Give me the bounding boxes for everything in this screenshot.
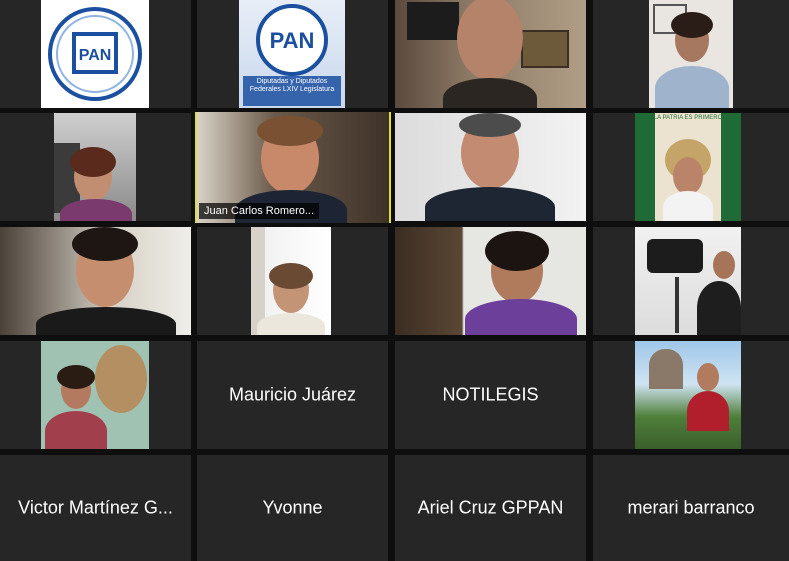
participant-video <box>395 113 586 221</box>
participant-tile[interactable] <box>395 113 586 221</box>
participant-name-tag: Juan Carlos Romero... <box>199 203 320 219</box>
participant-video <box>0 227 191 335</box>
participant-name: Ariel Cruz GPPAN <box>417 497 564 518</box>
participant-video <box>251 227 331 335</box>
participant-video <box>395 227 586 335</box>
participant-tile[interactable] <box>0 113 191 221</box>
participant-video <box>54 113 136 221</box>
participant-tile[interactable]: Mauricio Juárez <box>197 341 388 449</box>
participant-tile[interactable]: Yvonne <box>197 455 388 561</box>
participant-face <box>697 363 719 391</box>
participant-tile[interactable] <box>593 0 789 108</box>
participant-tile[interactable]: PAN Diputadas y Diputados Federales LXIV… <box>197 0 388 108</box>
participant-video <box>41 341 149 449</box>
participant-tile[interactable] <box>0 227 191 335</box>
participant-face <box>713 251 735 279</box>
svg-text:PAN: PAN <box>270 28 315 53</box>
participant-tile[interactable]: merari barranco <box>593 455 789 561</box>
participant-tile[interactable]: Victor Martínez G... <box>0 455 191 561</box>
legislature-caption: Diputadas y Diputados Federales LXIV Leg… <box>249 78 335 93</box>
participant-tile[interactable] <box>593 341 789 449</box>
participant-name: Mauricio Juárez <box>228 384 357 405</box>
svg-text:PAN: PAN <box>79 47 112 64</box>
participant-tile[interactable] <box>197 227 388 335</box>
participant-video <box>395 0 586 108</box>
participant-name: Yvonne <box>262 497 323 518</box>
participant-name: merari barranco <box>627 497 755 518</box>
participant-tile[interactable] <box>395 0 586 108</box>
participant-tile[interactable] <box>593 227 789 335</box>
participant-face <box>457 0 523 80</box>
participant-video <box>635 227 741 335</box>
participant-video <box>635 341 741 449</box>
coat-of-arms-icon <box>95 345 147 413</box>
pan-logo-feed: PAN Diputadas y Diputados Federales LXIV… <box>239 0 345 108</box>
participant-video <box>649 0 733 108</box>
monument-icon <box>649 349 683 389</box>
participant-tile[interactable]: PAN <box>0 0 191 108</box>
participant-name: NOTILEGIS <box>442 384 539 405</box>
pan-logo-icon: PAN <box>48 7 142 101</box>
participant-tile[interactable]: Ariel Cruz GPPAN <box>395 455 586 561</box>
participant-tile-active-speaker[interactable]: Juan Carlos Romero... <box>195 112 391 223</box>
video-camera-icon <box>647 239 703 273</box>
pan-logo-feed: PAN <box>41 0 149 108</box>
participant-video: LA PATRIA ES PRIMERO <box>635 113 741 221</box>
participant-name: Victor Martínez G... <box>18 497 173 518</box>
participant-tile[interactable]: LA PATRIA ES PRIMERO <box>593 113 789 221</box>
participant-tile[interactable] <box>395 227 586 335</box>
participant-tile[interactable]: NOTILEGIS <box>395 341 586 449</box>
participant-tile[interactable] <box>0 341 191 449</box>
participant-face <box>673 157 703 195</box>
